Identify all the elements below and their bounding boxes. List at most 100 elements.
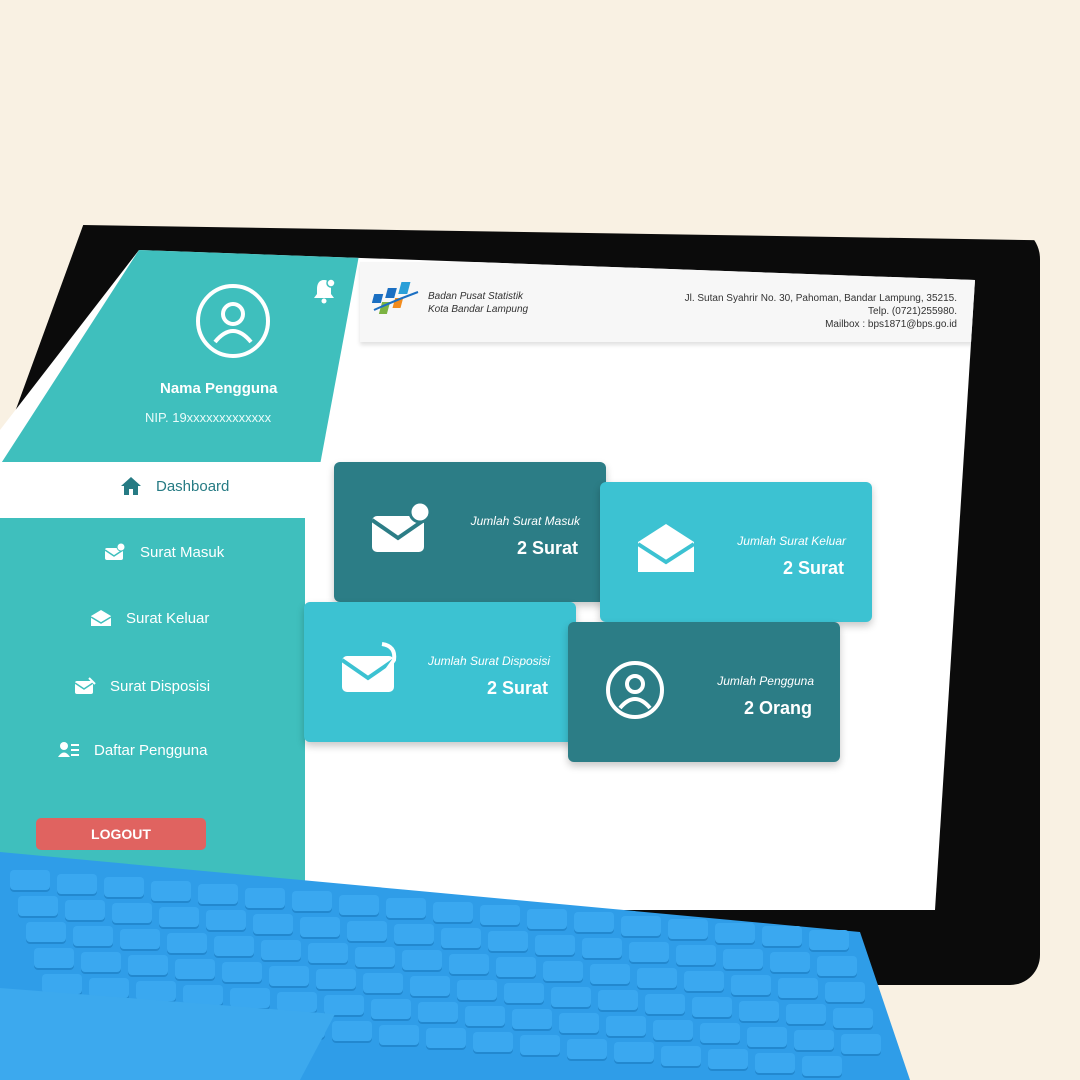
sidebar-item-daftar-pengguna[interactable]: Daftar Pengguna bbox=[58, 740, 207, 760]
sidebar-item-surat-masuk[interactable]: Surat Masuk bbox=[104, 542, 224, 562]
keyboard-key bbox=[26, 922, 66, 944]
card-surat-masuk[interactable]: Jumlah Surat Masuk 2 Surat bbox=[334, 462, 606, 602]
keyboard-key bbox=[300, 917, 340, 939]
keyboard-key bbox=[175, 958, 215, 981]
keyboard-key bbox=[802, 1056, 842, 1078]
user-icon bbox=[606, 661, 664, 719]
keyboard-key bbox=[535, 934, 575, 957]
keyboard-key bbox=[386, 898, 426, 920]
sidebar-item-surat-disposisi[interactable]: Surat Disposisi bbox=[74, 676, 210, 696]
keyboard-key bbox=[809, 929, 849, 952]
mail-in-icon bbox=[104, 542, 126, 560]
keyboard-key bbox=[214, 936, 254, 958]
keyboard-key bbox=[363, 972, 403, 995]
keyboard-key bbox=[661, 1045, 701, 1068]
sidebar-item-label: Dashboard bbox=[156, 477, 230, 495]
keyboard-key bbox=[684, 971, 724, 993]
keyboard-key bbox=[379, 1024, 419, 1047]
keyboard-key bbox=[73, 925, 113, 948]
keyboard-key bbox=[253, 913, 293, 936]
keyboard-key bbox=[198, 884, 238, 906]
keyboard-key bbox=[104, 877, 144, 899]
keyboard-key bbox=[708, 1049, 748, 1071]
address-line-3: Mailbox : bps1871@bps.go.id bbox=[825, 319, 957, 330]
keyboard-key bbox=[120, 929, 160, 951]
keyboard-key bbox=[817, 955, 857, 978]
keyboard-key bbox=[355, 946, 395, 969]
keyboard-key bbox=[206, 910, 246, 932]
mail-disposition-icon bbox=[74, 677, 96, 694]
keyboard-key bbox=[770, 952, 810, 974]
keyboard-key bbox=[426, 1028, 466, 1050]
keyboard-key bbox=[645, 993, 685, 1016]
keyboard-key bbox=[668, 919, 708, 941]
keyboard-key bbox=[245, 887, 285, 910]
keyboard-key bbox=[433, 901, 473, 924]
keyboard-key bbox=[269, 965, 309, 988]
keyboard-key bbox=[394, 924, 434, 946]
keyboard-key bbox=[786, 1004, 826, 1026]
keyboard-key bbox=[676, 945, 716, 967]
keyboard-key bbox=[512, 1009, 552, 1031]
keyboard-key bbox=[457, 979, 497, 1002]
keyboard-key bbox=[614, 1042, 654, 1064]
avatar[interactable] bbox=[196, 284, 270, 358]
keyboard-key bbox=[441, 927, 481, 950]
keyboard-key bbox=[559, 1012, 599, 1035]
user-nip: NIP. 19xxxxxxxxxxxxx bbox=[145, 410, 272, 425]
sidebar-item-surat-keluar[interactable]: Surat Keluar bbox=[90, 608, 209, 628]
keyboard-key bbox=[606, 1016, 646, 1038]
sidebar-item-label: Surat Disposisi bbox=[110, 677, 211, 695]
keyboard-key bbox=[723, 948, 763, 971]
keyboard-key bbox=[332, 1021, 372, 1043]
keyboard-key bbox=[653, 1019, 693, 1042]
sidebar-item-label: Surat Keluar bbox=[126, 609, 210, 627]
keyboard-key bbox=[418, 1002, 458, 1024]
notification-bell-icon[interactable] bbox=[312, 278, 336, 304]
keyboard-key bbox=[739, 1000, 779, 1023]
bps-logo bbox=[371, 280, 422, 322]
keyboard-key bbox=[629, 941, 669, 964]
keyboard-key bbox=[621, 915, 661, 938]
keyboard-key bbox=[480, 905, 520, 927]
keyboard-key bbox=[402, 950, 442, 972]
keyboard-key bbox=[582, 938, 622, 960]
keyboard-key bbox=[496, 957, 536, 979]
keyboard-key bbox=[151, 880, 191, 903]
keyboard-key bbox=[261, 939, 301, 962]
keyboard-key bbox=[527, 908, 567, 931]
keyboard-key bbox=[34, 948, 74, 970]
keyboard-key bbox=[551, 986, 591, 1009]
keyboard-key bbox=[128, 955, 168, 977]
card-label: Jumlah Surat Keluar bbox=[737, 534, 846, 548]
keyboard-key bbox=[794, 1030, 834, 1052]
address-line-1: Jl. Sutan Syahrir No. 30, Pahoman, Banda… bbox=[684, 293, 957, 304]
keyboard-key bbox=[81, 951, 121, 974]
keyboard-key bbox=[308, 943, 348, 965]
keyboard-key bbox=[755, 1052, 795, 1075]
logout-button[interactable]: LOGOUT bbox=[36, 818, 206, 850]
mail-disposition-icon bbox=[340, 642, 397, 692]
keyboard-key bbox=[222, 962, 262, 984]
keyboard-key bbox=[57, 873, 97, 896]
keyboard-key bbox=[637, 967, 677, 990]
keyboard-key bbox=[339, 894, 379, 917]
keyboard-key bbox=[159, 906, 199, 929]
card-value: 2 Orang bbox=[743, 698, 812, 718]
keyboard-key bbox=[598, 990, 638, 1012]
keyboard-key bbox=[825, 981, 865, 1004]
user-list-icon bbox=[58, 742, 79, 757]
card-pengguna[interactable]: Jumlah Pengguna 2 Orang bbox=[568, 622, 840, 762]
keyboard-key bbox=[65, 899, 105, 922]
mail-out-icon bbox=[636, 524, 696, 572]
card-label: Jumlah Surat Masuk bbox=[470, 514, 580, 528]
keyboard-key bbox=[715, 922, 755, 945]
nav-background bbox=[0, 518, 305, 910]
keyboard-key bbox=[504, 983, 544, 1005]
card-surat-disposisi[interactable]: Jumlah Surat Disposisi 2 Surat bbox=[304, 602, 576, 742]
keyboard-key bbox=[762, 926, 802, 948]
keyboard-key bbox=[488, 931, 528, 953]
sidebar-item-dashboard[interactable]: Dashboard bbox=[120, 476, 229, 496]
org-line-1: Badan Pusat Statistik bbox=[428, 291, 524, 302]
card-surat-keluar[interactable]: Jumlah Surat Keluar 2 Surat bbox=[600, 482, 872, 622]
